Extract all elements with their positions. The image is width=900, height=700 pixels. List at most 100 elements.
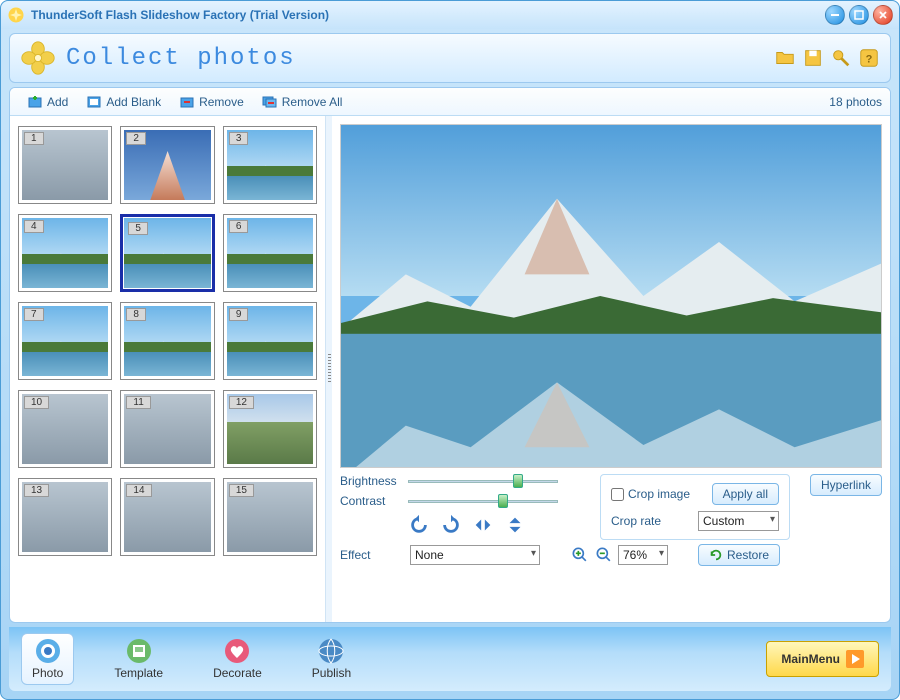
zoom-select[interactable]: 76% [618, 545, 668, 565]
thumbnail-1[interactable]: 1 [18, 126, 112, 204]
app-window: ThunderSoft Flash Slideshow Factory (Tri… [0, 0, 900, 700]
thumbnail-number: 6 [229, 220, 249, 233]
thumbnail-4[interactable]: 4 [18, 214, 112, 292]
thumbnail-scroll[interactable]: 123456789101112131415 [14, 122, 321, 616]
content-area: Add Add Blank Remove Remove All 18 photo… [9, 87, 891, 623]
thumbnail-number: 4 [24, 220, 44, 233]
thumbnail-2[interactable]: 2 [120, 126, 214, 204]
add-blank-label: Add Blank [106, 95, 161, 109]
tab-publish-label: Publish [312, 666, 351, 680]
crop-checkbox-input[interactable] [611, 488, 624, 501]
thumbnail-number: 9 [229, 308, 249, 321]
tab-publish[interactable]: Publish [302, 634, 361, 684]
thumbnail-number: 13 [24, 484, 49, 497]
rotate-left-icon[interactable] [408, 514, 430, 536]
thumbnail-7[interactable]: 7 [18, 302, 112, 380]
thumbnail-number: 3 [229, 132, 249, 145]
thumbnail-number: 12 [229, 396, 254, 409]
thumb-toolbar: Add Add Blank Remove Remove All 18 photo… [10, 88, 890, 116]
main-menu-button[interactable]: MainMenu [766, 641, 879, 677]
window-title: ThunderSoft Flash Slideshow Factory (Tri… [31, 8, 825, 22]
thumbnail-number: 5 [128, 222, 148, 235]
thumbnail-13[interactable]: 13 [18, 478, 112, 556]
tab-decorate[interactable]: Decorate [203, 634, 272, 684]
window-controls [825, 5, 893, 25]
thumbnail-panel: 123456789101112131415 [10, 116, 326, 622]
maximize-button[interactable] [849, 5, 869, 25]
decorate-icon [224, 638, 250, 664]
brightness-slider[interactable] [408, 474, 558, 488]
tab-template-label: Template [114, 666, 163, 680]
remove-all-label: Remove All [282, 95, 343, 109]
main-split: 123456789101112131415 [10, 116, 890, 622]
effect-label: Effect [340, 548, 400, 562]
add-blank-button[interactable]: Add Blank [77, 91, 170, 113]
thumbnail-10[interactable]: 10 [18, 390, 112, 468]
rotate-right-icon[interactable] [440, 514, 462, 536]
main-menu-label: MainMenu [781, 652, 840, 666]
help-icon[interactable]: ? [858, 47, 880, 69]
folder-icon[interactable] [774, 47, 796, 69]
remove-button[interactable]: Remove [170, 91, 253, 113]
thumbnail-14[interactable]: 14 [120, 478, 214, 556]
tab-photo[interactable]: Photo [21, 633, 74, 685]
clover-icon [20, 40, 56, 76]
thumbnail-6[interactable]: 6 [223, 214, 317, 292]
remove-all-icon [262, 94, 278, 110]
page-title: Collect photos [66, 45, 774, 72]
crop-image-label: Crop image [628, 487, 690, 501]
thumbnail-number: 1 [24, 132, 44, 145]
thumbnail-15[interactable]: 15 [223, 478, 317, 556]
effect-select[interactable]: None [410, 545, 540, 565]
save-icon[interactable] [802, 47, 824, 69]
thumbnail-11[interactable]: 11 [120, 390, 214, 468]
zoom-in-icon[interactable] [570, 545, 590, 565]
thumbnail-number: 14 [126, 484, 151, 497]
thumbnail-grid: 123456789101112131415 [14, 122, 321, 560]
tab-decorate-label: Decorate [213, 666, 262, 680]
play-icon [846, 650, 864, 668]
blank-icon [86, 94, 102, 110]
thumbnail-5[interactable]: 5 [120, 214, 214, 292]
thumbnail-12[interactable]: 12 [223, 390, 317, 468]
hyperlink-button[interactable]: Hyperlink [810, 474, 882, 496]
add-label: Add [47, 95, 68, 109]
flip-vertical-icon[interactable] [504, 514, 526, 536]
crop-image-checkbox[interactable]: Crop image [611, 487, 690, 501]
plus-icon [27, 94, 43, 110]
bottom-nav: Photo Template Decorate Publish MainMenu [9, 627, 891, 691]
minimize-button[interactable] [825, 5, 845, 25]
close-button[interactable] [873, 5, 893, 25]
header-bar: Collect photos ? [9, 33, 891, 83]
thumbnail-number: 11 [126, 396, 150, 409]
publish-icon [318, 638, 344, 664]
thumbnail-3[interactable]: 3 [223, 126, 317, 204]
key-icon[interactable] [830, 47, 852, 69]
zoom-out-icon[interactable] [594, 545, 614, 565]
contrast-label: Contrast [340, 494, 400, 508]
titlebar: ThunderSoft Flash Slideshow Factory (Tri… [1, 1, 899, 29]
flip-horizontal-icon[interactable] [472, 514, 494, 536]
add-button[interactable]: Add [18, 91, 77, 113]
photo-count: 18 photos [829, 95, 882, 109]
crop-rate-select[interactable]: Custom [698, 511, 779, 531]
preview-image [340, 124, 882, 468]
template-icon [126, 638, 152, 664]
apply-all-button[interactable]: Apply all [712, 483, 779, 505]
thumbnail-9[interactable]: 9 [223, 302, 317, 380]
preview-panel: Brightness Contrast [332, 116, 890, 622]
remove-all-button[interactable]: Remove All [253, 91, 352, 113]
thumbnail-8[interactable]: 8 [120, 302, 214, 380]
restore-button[interactable]: Restore [698, 544, 780, 566]
controls-area: Brightness Contrast [340, 474, 882, 614]
photo-icon [35, 638, 61, 664]
thumbnail-number: 2 [126, 132, 146, 145]
contrast-slider[interactable] [408, 494, 558, 508]
brightness-label: Brightness [340, 474, 400, 488]
tab-template[interactable]: Template [104, 634, 173, 684]
remove-label: Remove [199, 95, 244, 109]
thumbnail-number: 7 [24, 308, 44, 321]
header-icons: ? [774, 47, 880, 69]
app-icon [7, 6, 25, 24]
restore-icon [709, 548, 723, 562]
